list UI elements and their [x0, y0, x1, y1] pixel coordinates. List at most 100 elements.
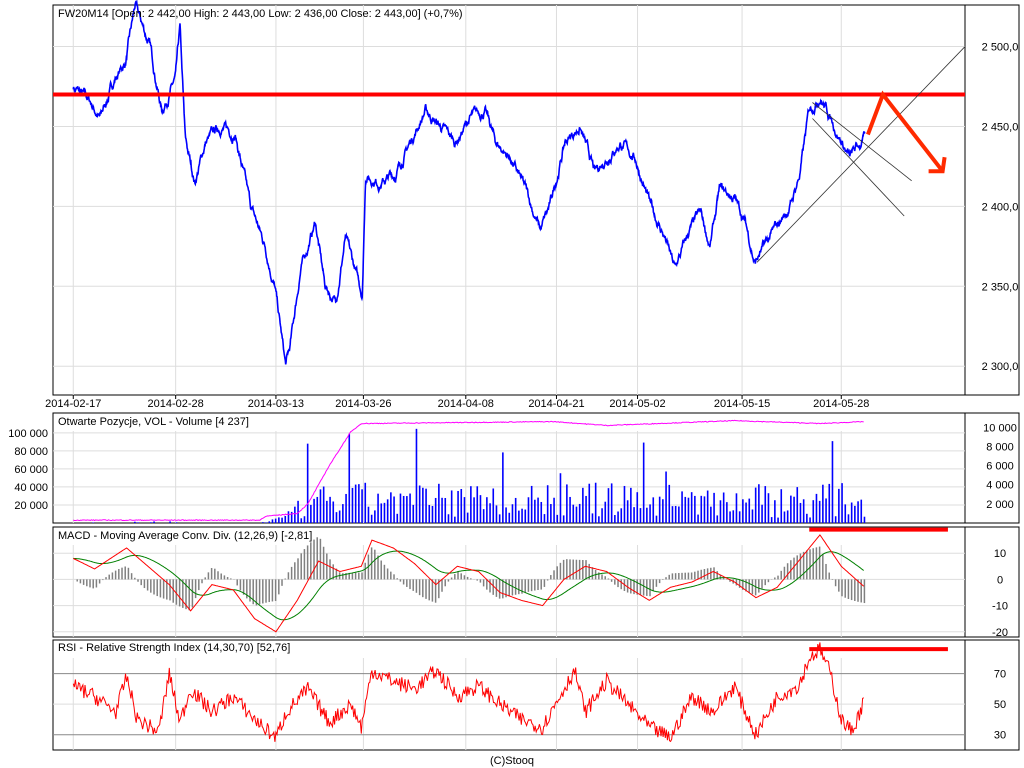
macd-histogram-bar: [207, 572, 210, 580]
volume-bar: [348, 433, 351, 523]
volume-bar: [441, 497, 443, 523]
volume-bar: [521, 508, 523, 523]
macd-histogram-bar: [764, 579, 766, 586]
price-tick-label: 2 450,0: [982, 121, 1019, 133]
macd-histogram-bar: [687, 572, 690, 580]
volume-bar: [306, 443, 309, 523]
volume-bar: [626, 500, 629, 523]
volume-bar: [684, 496, 687, 523]
macd-histogram-bar: [220, 573, 222, 580]
volume-bar: [505, 507, 507, 523]
volume-bar: [281, 517, 283, 523]
volume-tick-label: 100 000: [8, 428, 48, 440]
macd-histogram-bar: [300, 553, 302, 580]
volume-bar: [841, 483, 843, 523]
volume-bar: [415, 428, 418, 523]
price-tick-label: 2 350,0: [982, 281, 1019, 293]
volume-bar: [735, 493, 738, 523]
macd-histogram-bar: [441, 579, 443, 592]
x-tick-label: 2014-05-15: [714, 398, 770, 410]
macd-histogram-bar: [223, 575, 226, 580]
macd-histogram-bar: [172, 579, 174, 603]
macd-histogram-bar: [518, 579, 520, 595]
macd-histogram-bar: [582, 559, 584, 580]
macd-histogram-bar: [124, 566, 126, 580]
volume-bar: [706, 490, 709, 523]
x-tick-label: 2014-03-26: [335, 398, 391, 410]
macd-histogram-bar: [399, 579, 402, 582]
volume-bar: [860, 499, 863, 523]
volume-bar: [316, 496, 319, 523]
volume-bar: [783, 511, 786, 523]
macd-histogram-bar: [92, 579, 94, 589]
macd-histogram-bar: [134, 577, 136, 580]
volume-bar: [300, 518, 303, 523]
oi-tick-label: 6 000: [986, 461, 1014, 473]
macd-histogram-bar: [703, 569, 706, 580]
macd-histogram-bar: [89, 579, 91, 588]
macd-histogram-bar: [786, 563, 789, 580]
macd-histogram-bar: [76, 579, 78, 582]
main-frame: [52, 4, 1020, 396]
macd-histogram-bar: [118, 569, 120, 580]
macd-histogram-bar: [460, 573, 462, 580]
volume-bar: [383, 502, 386, 523]
macd-histogram-bar: [818, 546, 821, 580]
volume-bar: [422, 487, 424, 523]
macd-histogram-bar: [751, 579, 754, 595]
macd-histogram-bar: [153, 579, 155, 595]
rsi-tick-label: 70: [994, 669, 1006, 681]
volume-bar: [780, 489, 783, 523]
volume-bar: [681, 491, 683, 523]
volume-bar: [489, 503, 491, 523]
macd-histogram-bar: [262, 579, 264, 604]
volume-bar: [620, 508, 623, 523]
volume-bar: [774, 500, 776, 523]
volume-bar: [438, 483, 440, 523]
macd-histogram-bar: [630, 579, 632, 594]
macd-histogram-bar: [86, 579, 88, 587]
macd-histogram-bar: [489, 579, 491, 593]
volume-bar: [425, 488, 427, 523]
macd-histogram-bar: [297, 558, 299, 580]
macd-histogram-bar: [502, 579, 504, 599]
macd-histogram-bar: [614, 579, 616, 585]
macd-histogram-bar: [412, 579, 414, 591]
macd-histogram-bar: [527, 579, 530, 592]
macd-histogram-bar: [834, 579, 837, 587]
macd-histogram-bar: [690, 572, 693, 580]
macd-histogram-bar: [364, 562, 366, 580]
volume-bar: [367, 506, 370, 523]
macd-histogram-bar: [265, 579, 267, 603]
volume-bar: [498, 514, 501, 523]
x-tick-label: 2014-02-28: [148, 398, 204, 410]
volume-bar: [562, 515, 565, 523]
macd-histogram-bar: [761, 579, 763, 589]
volume-bar: [793, 496, 795, 523]
macd-histogram-bar: [466, 576, 469, 580]
volume-bar: [169, 521, 171, 523]
volume-bar: [393, 496, 395, 523]
macd-histogram-bar: [572, 559, 574, 580]
volume-bar: [492, 488, 495, 523]
volume-bar: [809, 517, 811, 523]
macd-histogram-bar: [239, 579, 242, 591]
volume-bar: [636, 492, 639, 523]
macd-histogram-bar: [217, 571, 219, 580]
volume-bar: [598, 516, 600, 523]
volume-bar: [351, 487, 354, 523]
volume-bar: [274, 518, 277, 523]
volume-bar: [329, 496, 331, 523]
macd-histogram-bar: [825, 563, 827, 580]
volume-bar: [764, 486, 767, 523]
macd-histogram-bar: [668, 574, 670, 580]
macd-histogram-bar: [665, 577, 667, 580]
macd-histogram-bar: [540, 579, 542, 590]
volume-bar: [566, 484, 568, 523]
volume-bar: [319, 489, 322, 523]
macd-histogram-bar: [226, 577, 229, 580]
volume-bar: [486, 497, 488, 523]
volume-bar: [588, 483, 591, 523]
macd-histogram-bar: [319, 538, 322, 580]
volume-bar: [150, 522, 152, 523]
